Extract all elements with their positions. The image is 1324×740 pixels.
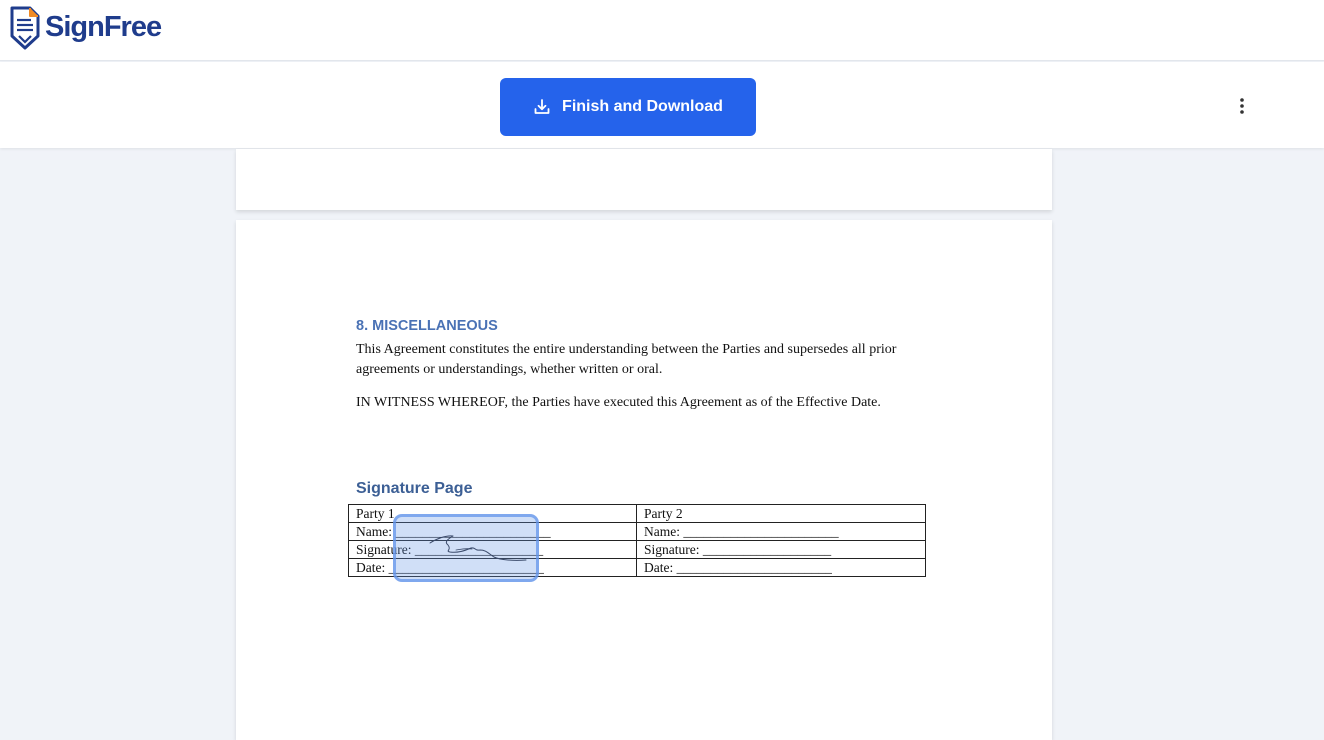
- logo-text: SignFree: [45, 10, 162, 43]
- table-cell: Party 2: [636, 504, 926, 523]
- signature-scribble-icon: [429, 535, 527, 561]
- table-cell: Name: _______________________: [636, 522, 926, 541]
- document-toolbar: Finish and Download: [0, 62, 1324, 148]
- more-options-button[interactable]: [1228, 92, 1256, 120]
- signature-field[interactable]: [393, 514, 539, 582]
- document-pen-logo-icon: [10, 6, 40, 50]
- finish-and-download-label: Finish and Download: [562, 98, 723, 115]
- signfree-logo[interactable]: SignFree: [10, 6, 162, 50]
- table-cell: Signature: ___________________: [636, 540, 926, 559]
- app-header: SignFree: [0, 0, 1324, 61]
- table-cell: Date: _______________________: [636, 558, 926, 577]
- section-heading: 8. MISCELLANEOUS: [356, 318, 498, 334]
- signature-page-heading: Signature Page: [356, 480, 473, 497]
- more-vertical-icon: [1240, 98, 1244, 114]
- finish-and-download-button[interactable]: Finish and Download: [500, 78, 756, 136]
- document-page: 8. MISCELLANEOUS This Agreement constitu…: [236, 220, 1052, 740]
- document-page-previous: [236, 149, 1052, 210]
- paragraph-agreement: This Agreement constitutes the entire un…: [356, 342, 897, 377]
- paragraph-witness: IN WITNESS WHEREOF, the Parties have exe…: [356, 395, 881, 410]
- download-icon: [534, 99, 550, 114]
